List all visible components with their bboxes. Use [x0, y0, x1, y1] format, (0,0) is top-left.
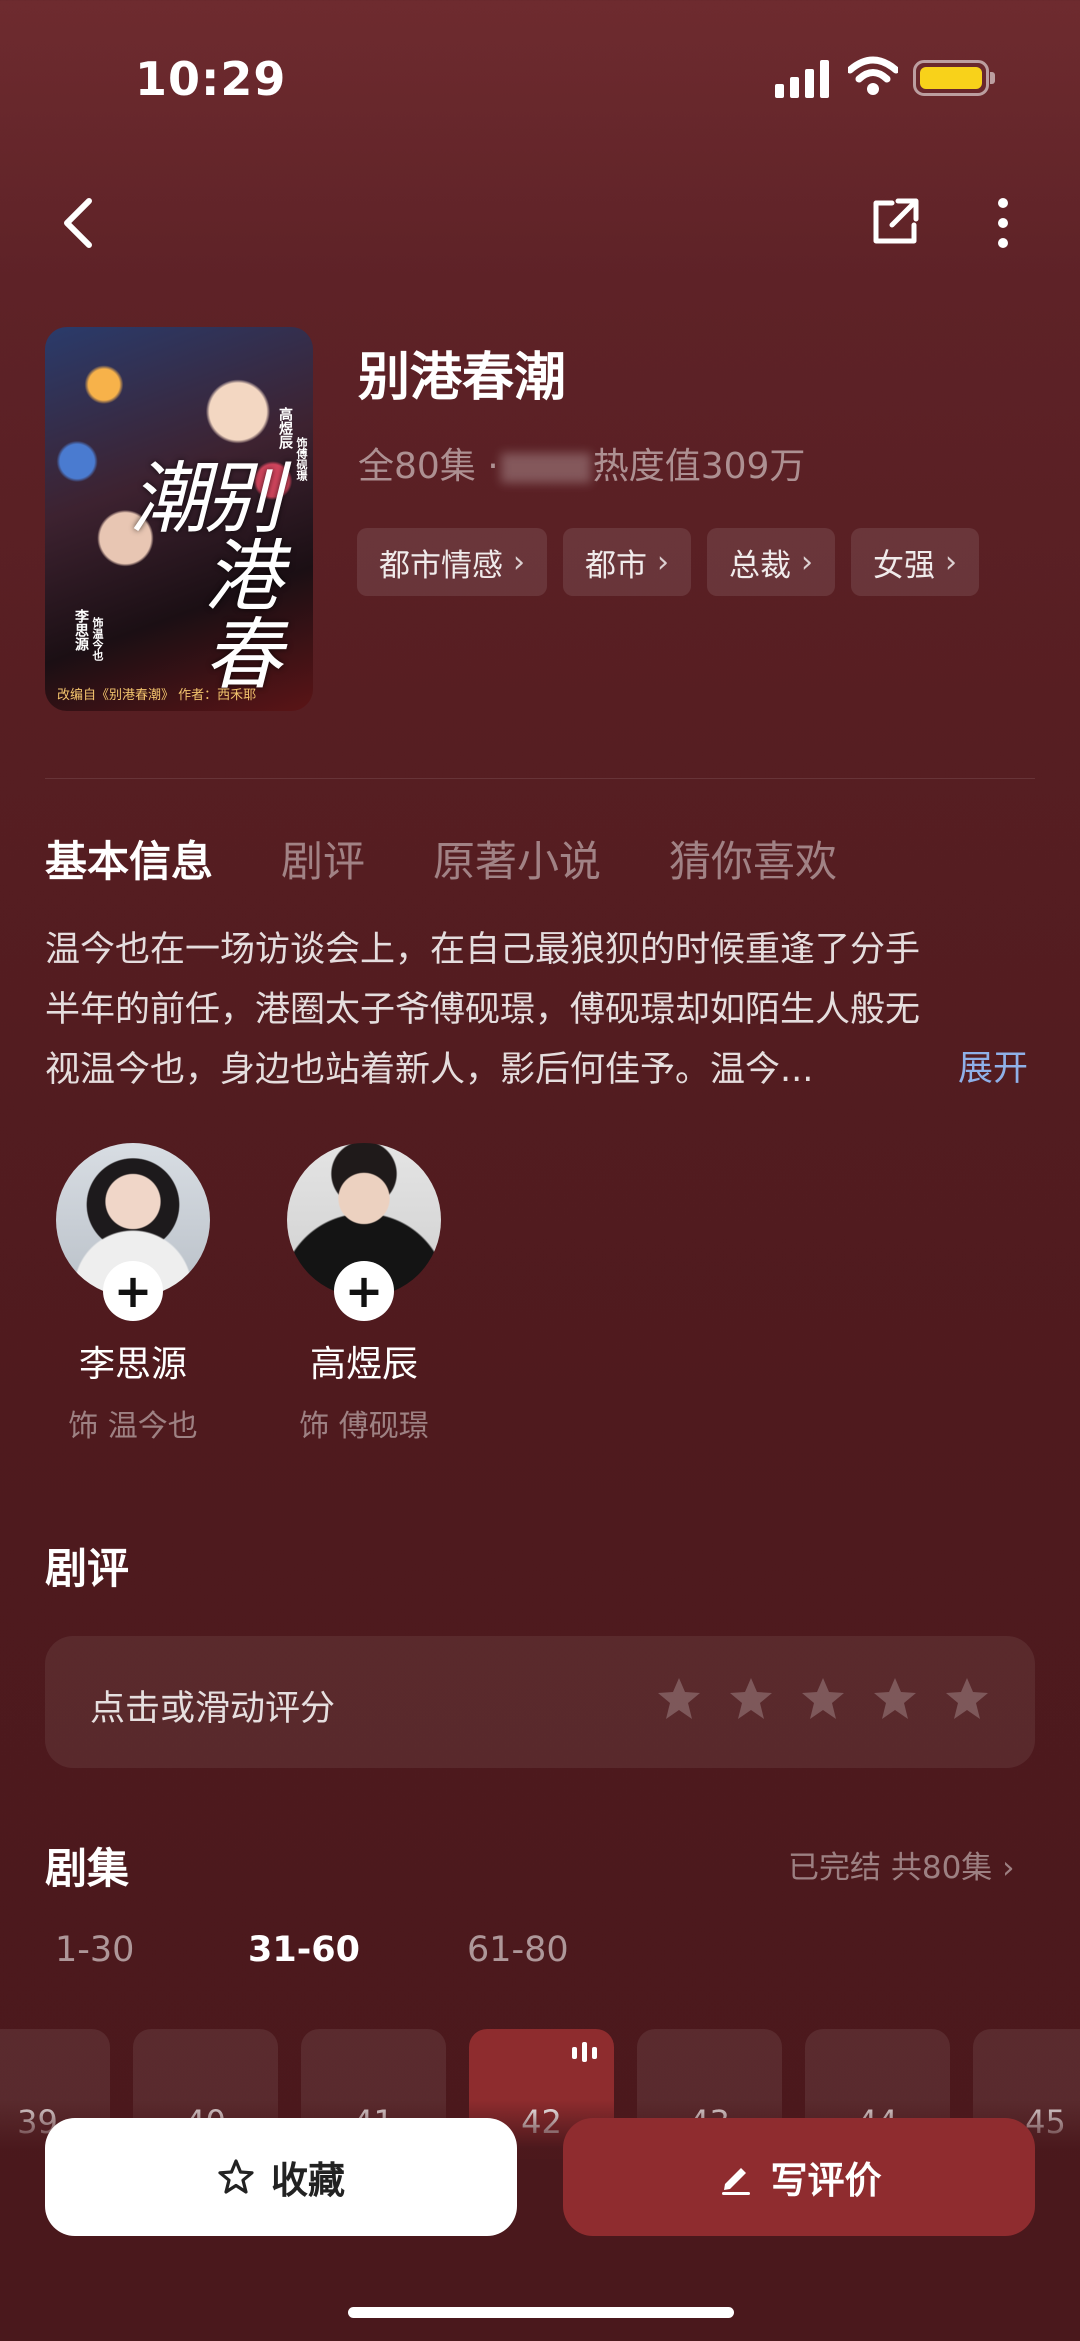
tag-chip[interactable]: 总裁 ›	[707, 528, 835, 596]
rating-stars[interactable]	[655, 1675, 991, 1723]
synopsis: 温今也在一场访谈会上，在自己最狼狈的时候重逢了分手 半年的前任，港圈太子爷傅砚璟…	[45, 920, 1035, 1100]
reviews-section-title: 剧评	[45, 1544, 130, 1593]
follow-plus-icon[interactable]: +	[103, 1261, 163, 1321]
chevron-right-icon: ›	[657, 544, 669, 580]
battery-tip	[990, 72, 995, 84]
show-meta: 全80集 · 热度值309万	[358, 437, 805, 489]
poster-title-art: 别港春潮	[117, 457, 282, 691]
divider	[45, 778, 1035, 779]
episodes-section-title: 剧集	[45, 1844, 130, 1893]
chevron-right-icon: ›	[801, 544, 813, 580]
episodes-status-link[interactable]: 已完结 共80集 ›	[788, 1842, 1015, 1887]
now-playing-icon	[572, 2042, 597, 2062]
avatar[interactable]: +	[287, 1143, 441, 1321]
battery-icon	[913, 60, 989, 96]
star-icon[interactable]	[799, 1675, 847, 1723]
tab-original-novel[interactable]: 原著小说	[433, 828, 601, 889]
home-indicator[interactable]	[348, 2307, 734, 2318]
back-arrow-icon[interactable]	[55, 195, 105, 251]
range-tab[interactable]: 1-30	[55, 1930, 248, 1970]
tag-label: 总裁	[729, 547, 791, 584]
cast-member[interactable]: + 李思源 饰 温今也	[53, 1143, 213, 1445]
poster-actress-role: 饰温今也	[91, 617, 104, 661]
pen-icon	[721, 2168, 750, 2195]
chevron-right-icon: ›	[945, 544, 957, 580]
tag-label: 女强	[873, 547, 935, 584]
poster-credit: 改编自《别港春潮》 作者：西禾耶	[57, 688, 257, 703]
show-poster[interactable]: 别港春潮 高煜辰 饰傅砚璟 李思源 饰温今也 改编自《别港春潮》 作者：西禾耶	[45, 327, 313, 711]
wifi-icon	[848, 56, 898, 95]
cast-role: 饰 傅砚璟	[299, 1409, 429, 1444]
tag-chip[interactable]: 都市情感 ›	[357, 528, 547, 596]
cast-name: 李思源	[78, 1344, 187, 1385]
blurred-text	[500, 453, 591, 483]
chevron-right-icon: ›	[513, 544, 525, 580]
write-review-label: 写评价	[770, 2159, 882, 2202]
poster-actor-name: 高煜辰	[277, 407, 293, 449]
section-tabs: 基本信息 剧评 原著小说 猜你喜欢	[45, 828, 837, 889]
star-icon[interactable]	[655, 1675, 703, 1723]
cast-member[interactable]: + 高煜辰 饰 傅砚璟	[284, 1143, 444, 1445]
tag-label: 都市情感	[379, 547, 503, 584]
episode-range-selector: 1-30 31-60 61-80	[55, 1930, 569, 1970]
episodes-status: 已完结 共80集	[788, 1850, 993, 1886]
expand-button[interactable]: 展开	[958, 1040, 1028, 1091]
cast-role: 饰 温今也	[68, 1409, 198, 1444]
tag-chip[interactable]: 女强 ›	[851, 528, 979, 596]
synopsis-line: 视温今也，身边也站着新人，影后何佳予。温今...	[45, 1050, 814, 1090]
more-options-icon[interactable]	[990, 195, 1016, 251]
synopsis-line: 温今也在一场访谈会上，在自己最狼狈的时候重逢了分手	[45, 930, 921, 970]
tab-reviews[interactable]: 剧评	[281, 828, 365, 889]
rating-prompt: 点击或滑动评分	[90, 1689, 336, 1729]
share-icon[interactable]	[868, 195, 922, 249]
follow-plus-icon[interactable]: +	[334, 1261, 394, 1321]
tag-chip[interactable]: 都市 ›	[563, 528, 691, 596]
genre-tags: 都市情感 › 都市 › 总裁 › 女强 ›	[357, 528, 979, 596]
poster-actor-role: 饰傅砚璟	[295, 437, 308, 481]
star-outline-icon	[218, 2159, 254, 2194]
tag-label: 都市	[585, 547, 647, 584]
show-title: 别港春潮	[358, 348, 567, 408]
star-icon[interactable]	[871, 1675, 919, 1723]
heat-value: 热度值309万	[592, 446, 806, 487]
tab-basic-info[interactable]: 基本信息	[45, 828, 213, 889]
star-icon[interactable]	[727, 1675, 775, 1723]
synopsis-line: 半年的前任，港圈太子爷傅砚璟，傅砚璟却如陌生人般无	[45, 990, 921, 1030]
favorite-button[interactable]: 收藏	[45, 2118, 517, 2236]
avatar[interactable]: +	[56, 1143, 210, 1321]
episode-count: 全80集 ·	[358, 446, 499, 487]
cellular-signal-icon	[775, 60, 829, 98]
cast-name: 高煜辰	[309, 1344, 418, 1385]
star-icon[interactable]	[943, 1675, 991, 1723]
status-time: 10:29	[135, 52, 287, 106]
favorite-label: 收藏	[271, 2159, 345, 2202]
tab-recommendations[interactable]: 猜你喜欢	[669, 828, 837, 889]
write-review-button[interactable]: 写评价	[563, 2118, 1035, 2236]
poster-actress-name: 李思源	[73, 609, 89, 651]
range-tab[interactable]: 31-60	[248, 1930, 467, 1970]
range-tab[interactable]: 61-80	[467, 1930, 569, 1970]
chevron-right-icon: ›	[1002, 1850, 1015, 1886]
